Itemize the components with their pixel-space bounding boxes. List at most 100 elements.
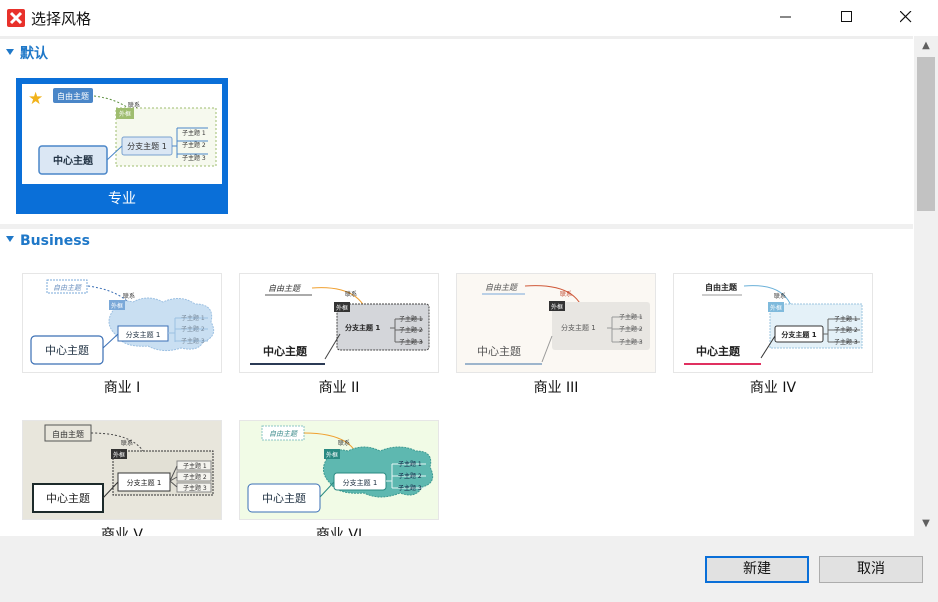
- mindmap-preview: 自由主题 联系 外框 分支主题 1 子主题 1 子主题 2 子主题 3 中心主题: [38, 88, 217, 175]
- star-icon: ★: [28, 89, 44, 109]
- preview-label: 联系: [123, 292, 135, 300]
- card-label: 专业: [108, 191, 136, 207]
- title-bar: 选择风格: [0, 0, 938, 36]
- mindmap-preview: 自由主题 联系 外框 分支主题 1 子主题 1 子主题 2 子主题 3 中心主题: [250, 284, 430, 365]
- preview-label: 子主题 3: [182, 154, 206, 162]
- preview-label: 联系: [774, 292, 786, 300]
- scroll-down-icon[interactable]: ▼: [919, 518, 933, 530]
- preview-label: 外框: [119, 110, 131, 118]
- preview-label: 外框: [336, 304, 348, 312]
- preview-label: 外框: [113, 451, 125, 459]
- section-business-header[interactable]: Business: [6, 233, 90, 249]
- style-card-business-2[interactable]: 自由主题 联系 外框 分支主题 1 子主题 1 子主题 2 子主题 3 中心主题: [239, 273, 439, 373]
- preview-label: 子主题 2: [619, 325, 643, 333]
- style-card-business-5[interactable]: 自由主题 联系 外框 分支主题 1 子主题 1 子主题 2 子主题 3 中心主题: [22, 420, 222, 520]
- preview-label: 中心主题: [262, 492, 306, 505]
- preview-label: 分支主题 1: [345, 323, 380, 332]
- style-preview: 自由主题 联系 外框 分支主题 1 子主题 1 子主题 2 子主题 3 中心主题: [22, 84, 222, 184]
- preview-label: 联系: [345, 290, 357, 298]
- style-card-pro[interactable]: 自由主题 联系 外框 分支主题 1 子主题 1 子主题 2 子主题 3 中心主题: [16, 78, 228, 214]
- preview-label: 子主题 3: [619, 338, 643, 346]
- window-title: 选择风格: [31, 10, 92, 28]
- maximize-button[interactable]: [825, 0, 871, 34]
- close-button[interactable]: [884, 0, 930, 34]
- preview-label: 分支主题 1: [127, 478, 162, 487]
- preview-label: 分支主题 1: [561, 323, 596, 332]
- preview-label: 自由主题: [705, 282, 738, 292]
- collapse-triangle-icon: [6, 49, 14, 55]
- preview-label: 中心主题: [46, 492, 90, 505]
- style-card-business-6[interactable]: 自由主题 联系 外框 分支主题 1 子主题 1 子主题 2 子主题 3 中心主题: [239, 420, 439, 520]
- preview-label: 自由主题: [485, 283, 519, 292]
- close-icon: [900, 11, 912, 23]
- card-label: 商业 III: [533, 380, 579, 396]
- preview-label: 外框: [551, 303, 563, 311]
- style-card-business-1[interactable]: 自由主题 联系 外框 分支主题 1 子主题 1 子主题 2 子主题 3 中心主题: [22, 273, 222, 373]
- preview-label: 子主题 1: [183, 462, 207, 470]
- preview-label: 中心主题: [696, 344, 741, 358]
- section-default-header[interactable]: 默认: [6, 43, 48, 63]
- card-label: 商业 V: [100, 527, 144, 536]
- preview-label: 子主题 2: [182, 141, 206, 149]
- preview-label: 自由主题: [53, 284, 83, 292]
- preview-label: 子主题 2: [181, 325, 205, 333]
- preview-label: 子主题 2: [398, 472, 422, 480]
- preview-label: 外框: [770, 304, 782, 312]
- minimize-button[interactable]: [764, 0, 810, 34]
- style-card-business-3[interactable]: 自由主题 联系 外框 分支主题 1 子主题 1 子主题 2 子主题 3 中心主题: [456, 273, 656, 373]
- preview-label: 分支主题 1: [343, 478, 378, 487]
- preview-label: 分支主题 1: [127, 141, 167, 151]
- preview-label: 子主题 2: [399, 326, 423, 334]
- preview-label: 自由主题: [57, 91, 89, 101]
- scroll-up-icon[interactable]: ▲: [919, 40, 933, 52]
- preview-label: 子主题 2: [183, 473, 207, 481]
- vertical-scrollbar[interactable]: ▲ ▼: [914, 36, 938, 536]
- mindmap-preview: 自由主题 联系 外框 分支主题 1 子主题 1 子主题 2 子主题 3 中心主题: [32, 424, 214, 513]
- preview-label: 子主题 1: [181, 314, 205, 322]
- preview-label: 中心主题: [263, 344, 308, 358]
- preview-label: 子主题 3: [398, 484, 422, 492]
- preview-label: 联系: [560, 290, 572, 298]
- preview-label: 自由主题: [268, 284, 302, 293]
- divider: [0, 36, 913, 39]
- minimize-icon: [780, 16, 791, 18]
- cancel-button[interactable]: 取消: [819, 556, 923, 583]
- preview-label: 联系: [338, 439, 350, 447]
- preview-label: 子主题 3: [834, 338, 858, 346]
- mindmap-preview: 自由主题 联系 外框 分支主题 1 子主题 1 子主题 2 子主题 3 中心主题: [465, 283, 650, 365]
- preview-label: 联系: [121, 439, 133, 447]
- preview-label: 子主题 3: [399, 338, 423, 346]
- card-label: 商业 IV: [749, 380, 797, 396]
- choose-style-dialog: 选择风格 默认 自由主题 联系 外框 分支主题 1 子主题 1 子主题 2 子主…: [0, 0, 938, 602]
- card-label: 商业 I: [103, 380, 141, 396]
- maximize-icon: [841, 11, 852, 22]
- scrollbar-thumb[interactable]: [917, 57, 935, 211]
- preview-label: 外框: [111, 302, 123, 310]
- preview-label: 子主题 3: [183, 484, 207, 492]
- preview-label: 中心主题: [45, 344, 89, 357]
- style-card-business-4[interactable]: 自由主题 联系 外框 分支主题 1 子主题 1 子主题 2 子主题 3 中心主题: [673, 273, 873, 373]
- mindmap-preview: 自由主题 联系 外框 分支主题 1 子主题 1 子主题 2 子主题 3 中心主题: [247, 425, 434, 513]
- mindmap-preview: 自由主题 联系 外框 分支主题 1 子主题 1 子主题 2 子主题 3 中心主题: [30, 279, 215, 365]
- preview-label: 外框: [326, 451, 338, 459]
- preview-label: 中心主题: [477, 345, 521, 358]
- mindmap-preview: 自由主题 联系 外框 分支主题 1 子主题 1 子主题 2 子主题 3 中心主题: [684, 282, 863, 365]
- xmind-logo-icon: [7, 9, 25, 27]
- create-button[interactable]: 新建: [705, 556, 809, 583]
- preview-label: 子主题 1: [182, 129, 206, 137]
- style-list[interactable]: 默认 自由主题 联系 外框 分支主题 1 子主题 1 子主题 2 子主题 3 中…: [0, 36, 938, 536]
- preview-label: 子主题 1: [619, 313, 643, 321]
- preview-label: 子主题 1: [834, 315, 858, 323]
- dialog-footer: 新建 取消: [0, 536, 938, 602]
- preview-label: 自由主题: [52, 429, 84, 439]
- preview-label: 子主题 3: [181, 337, 205, 345]
- preview-label: 中心主题: [53, 154, 94, 167]
- preview-label: 分支主题 1: [781, 330, 816, 339]
- preview-label: 分支主题 1: [126, 330, 161, 339]
- collapse-triangle-icon: [6, 236, 14, 242]
- section-divider: [0, 224, 913, 229]
- card-label: 商业 II: [318, 380, 360, 396]
- card-label: 商业 VI: [315, 527, 363, 536]
- preview-label: 子主题 2: [834, 326, 858, 334]
- preview-label: 子主题 1: [399, 315, 423, 323]
